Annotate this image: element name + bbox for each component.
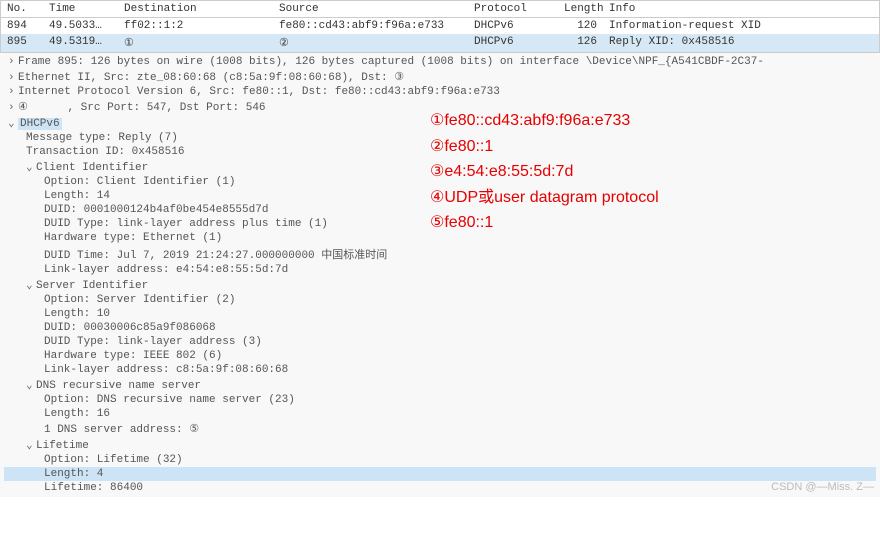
- annotation-5: ⑤fe80::1: [430, 210, 659, 236]
- lifetime-value: Lifetime: 86400: [4, 481, 876, 495]
- server-ll-addr: Link-layer address: c8:5a:9f:08:60:68: [4, 363, 876, 377]
- expand-icon[interactable]: ›: [8, 72, 18, 84]
- col-header-info[interactable]: Info: [603, 1, 879, 17]
- packet-no: 894: [1, 18, 43, 34]
- server-hw-type: Hardware type: IEEE 802 (6): [4, 349, 876, 363]
- packet-row-selected[interactable]: 895 49.5319… ① ② DHCPv6 126 Reply XID: 0…: [1, 34, 879, 52]
- packet-info: Reply XID: 0x458516: [603, 34, 879, 52]
- server-duid-type: DUID Type: link-layer address (3): [4, 335, 876, 349]
- collapse-icon[interactable]: ⌄: [26, 378, 36, 392]
- collapse-icon[interactable]: ⌄: [26, 438, 36, 452]
- annotation-2: ②fe80::1: [430, 134, 659, 160]
- collapse-icon[interactable]: ⌄: [8, 116, 18, 130]
- col-header-src[interactable]: Source: [273, 1, 468, 17]
- answer-annotations: ①fe80::cd43:abf9:f96a:e733 ②fe80::1 ③e4:…: [430, 108, 659, 236]
- server-length: Length: 10: [4, 307, 876, 321]
- packet-list: No. Time Destination Source Protocol Len…: [0, 0, 880, 53]
- expand-icon[interactable]: ›: [8, 102, 18, 114]
- packet-len: 126: [558, 34, 603, 52]
- dns-option: Option: DNS recursive name server (23): [4, 393, 876, 407]
- annotation-3: ③e4:54:e8:55:5d:7d: [430, 159, 659, 185]
- packet-list-header: No. Time Destination Source Protocol Len…: [1, 1, 879, 18]
- col-header-proto[interactable]: Protocol: [468, 1, 558, 17]
- server-duid: DUID: 00030006c85a9f086068: [4, 321, 876, 335]
- col-header-time[interactable]: Time: [43, 1, 118, 17]
- packet-details: ›Frame 895: 126 bytes on wire (1008 bits…: [0, 53, 880, 497]
- packet-proto: DHCPv6: [468, 18, 558, 34]
- packet-proto: DHCPv6: [468, 34, 558, 52]
- packet-no: 895: [1, 34, 43, 52]
- ipv6-line[interactable]: ›Internet Protocol Version 6, Src: fe80:…: [4, 85, 876, 99]
- collapse-icon[interactable]: ⌄: [26, 278, 36, 292]
- lifetime-length: Length: 4: [4, 467, 876, 481]
- dns-header[interactable]: ⌄DNS recursive name server: [4, 377, 876, 393]
- client-duid-time: DUID Time: Jul 7, 2019 21:24:27.00000000…: [4, 245, 876, 263]
- packet-len: 120: [558, 18, 603, 34]
- client-ll-addr: Link-layer address: e4:54:e8:55:5d:7d: [4, 263, 876, 277]
- packet-info: Information-request XID: [603, 18, 879, 34]
- lifetime-option: Option: Lifetime (32): [4, 453, 876, 467]
- col-header-len[interactable]: Length: [558, 1, 603, 17]
- packet-dest: ff02::1:2: [118, 18, 273, 34]
- annotation-4: ④UDP或user datagram protocol: [430, 185, 659, 211]
- server-option: Option: Server Identifier (2): [4, 293, 876, 307]
- annotation-1: ①fe80::cd43:abf9:f96a:e733: [430, 108, 659, 134]
- col-header-no[interactable]: No.: [1, 1, 43, 17]
- ethernet-line[interactable]: ›Ethernet II, Src: zte_08:60:68 (c8:5a:9…: [4, 69, 876, 85]
- packet-time: 49.5033…: [43, 18, 118, 34]
- frame-line[interactable]: ›Frame 895: 126 bytes on wire (1008 bits…: [4, 55, 876, 69]
- server-id-header[interactable]: ⌄Server Identifier: [4, 277, 876, 293]
- lifetime-header[interactable]: ⌄Lifetime: [4, 437, 876, 453]
- packet-src: ②: [273, 34, 468, 52]
- packet-row[interactable]: 894 49.5033… ff02::1:2 fe80::cd43:abf9:f…: [1, 18, 879, 34]
- col-header-dest[interactable]: Destination: [118, 1, 273, 17]
- collapse-icon[interactable]: ⌄: [26, 160, 36, 174]
- watermark: CSDN @—Miss. Z—: [771, 481, 874, 493]
- expand-icon[interactable]: ›: [8, 56, 18, 68]
- expand-icon[interactable]: ›: [8, 86, 18, 98]
- packet-time: 49.5319…: [43, 34, 118, 52]
- packet-src: fe80::cd43:abf9:f96a:e733: [273, 18, 468, 34]
- dns-address: 1 DNS server address: ⑤: [4, 421, 876, 437]
- packet-dest: ①: [118, 34, 273, 52]
- dns-length: Length: 16: [4, 407, 876, 421]
